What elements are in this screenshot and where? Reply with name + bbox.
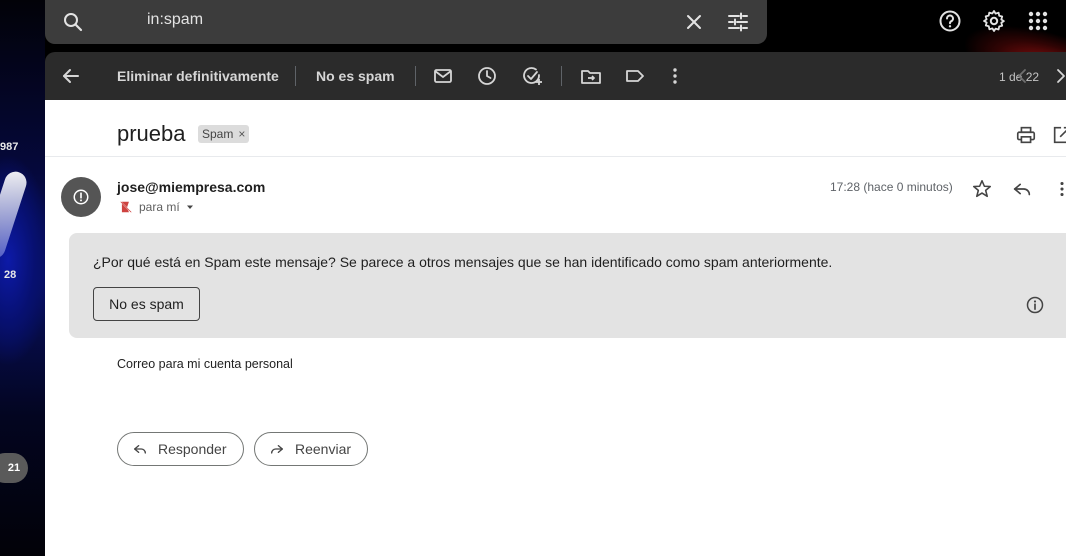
header-divider (45, 156, 1066, 157)
forward-button[interactable]: Reenviar (254, 432, 369, 466)
mark-unread-icon[interactable] (431, 64, 455, 88)
recipient-row[interactable]: para mí (119, 200, 196, 214)
not-spam-button[interactable]: No es spam (93, 287, 200, 321)
more-options-icon[interactable] (663, 64, 687, 88)
wallpaper-number: 28 (4, 269, 17, 281)
info-icon[interactable] (1025, 295, 1045, 315)
snooze-clock-icon[interactable] (475, 64, 499, 88)
search-input[interactable]: in:spam (147, 11, 203, 29)
spam-warning-text: ¿Por qué está en Spam este mensaje? Se p… (93, 254, 832, 270)
spam-label-text: Spam (202, 127, 234, 141)
move-to-folder-icon[interactable] (579, 64, 603, 88)
toolbar-divider (561, 66, 562, 86)
open-in-new-window-icon[interactable] (1051, 124, 1066, 146)
reply-button-label: Responder (158, 441, 227, 457)
reply-icon[interactable] (1011, 178, 1033, 200)
toolbar-divider (415, 66, 416, 86)
reply-icon (134, 445, 146, 454)
sender-avatar (61, 177, 101, 217)
sender-email: jose@miempresa.com (117, 179, 266, 195)
star-icon[interactable] (971, 178, 993, 200)
spam-warning-icon (120, 201, 132, 213)
previous-message-chevron-icon[interactable] (1010, 64, 1034, 88)
message-subject: prueba (117, 121, 186, 146)
spam-warning-reason: Se parece a otros mensajes que se han id… (335, 254, 833, 270)
alert-circle-icon (73, 189, 89, 205)
search-bar: in:spam (45, 0, 767, 44)
spam-warning-question: ¿Por qué está en Spam este mensaje? (93, 254, 336, 270)
add-to-tasks-icon[interactable] (520, 64, 544, 88)
help-icon[interactable] (937, 8, 963, 34)
not-spam-toolbar-button[interactable]: No es spam (316, 68, 395, 84)
back-arrow-icon[interactable] (59, 64, 83, 88)
print-icon[interactable] (1015, 124, 1037, 146)
search-options-icon[interactable] (726, 10, 750, 34)
spam-label-chip: Spam × (198, 125, 250, 143)
desktop-wallpaper: 987 28 21 (0, 0, 45, 556)
recipient-label: para mí (139, 200, 180, 214)
forward-icon (271, 445, 283, 454)
wallpaper-number: 21 (7, 462, 21, 474)
remove-label-icon[interactable]: × (238, 127, 245, 141)
wallpaper-decoration (0, 168, 30, 262)
wallpaper-badge: 21 (0, 453, 28, 483)
message-view: prueba Spam × jose@miempresa.com para mí (45, 100, 1066, 556)
recipient-details-dropdown-icon[interactable] (184, 201, 196, 213)
message-time: 17:28 (hace 0 minutos) (830, 180, 953, 194)
message-more-options-icon[interactable] (1051, 178, 1066, 200)
settings-gear-icon[interactable] (981, 8, 1007, 34)
reply-button[interactable]: Responder (117, 432, 244, 466)
apps-grid-icon[interactable] (1025, 8, 1051, 34)
message-body: Correo para mi cuenta personal (117, 357, 293, 371)
spam-warning-banner: ¿Por qué está en Spam este mensaje? Se p… (69, 233, 1066, 338)
wallpaper-number: 987 (0, 141, 19, 153)
next-message-chevron-icon[interactable] (1049, 64, 1066, 88)
label-tag-icon[interactable] (623, 64, 647, 88)
delete-forever-button[interactable]: Eliminar definitivamente (117, 68, 279, 84)
clear-search-icon[interactable] (682, 10, 706, 34)
toolbar-divider (295, 66, 296, 86)
forward-button-label: Reenviar (295, 441, 352, 457)
message-toolbar: Eliminar definitivamente No es spam 1 de… (45, 52, 1066, 100)
search-icon[interactable] (61, 10, 85, 34)
